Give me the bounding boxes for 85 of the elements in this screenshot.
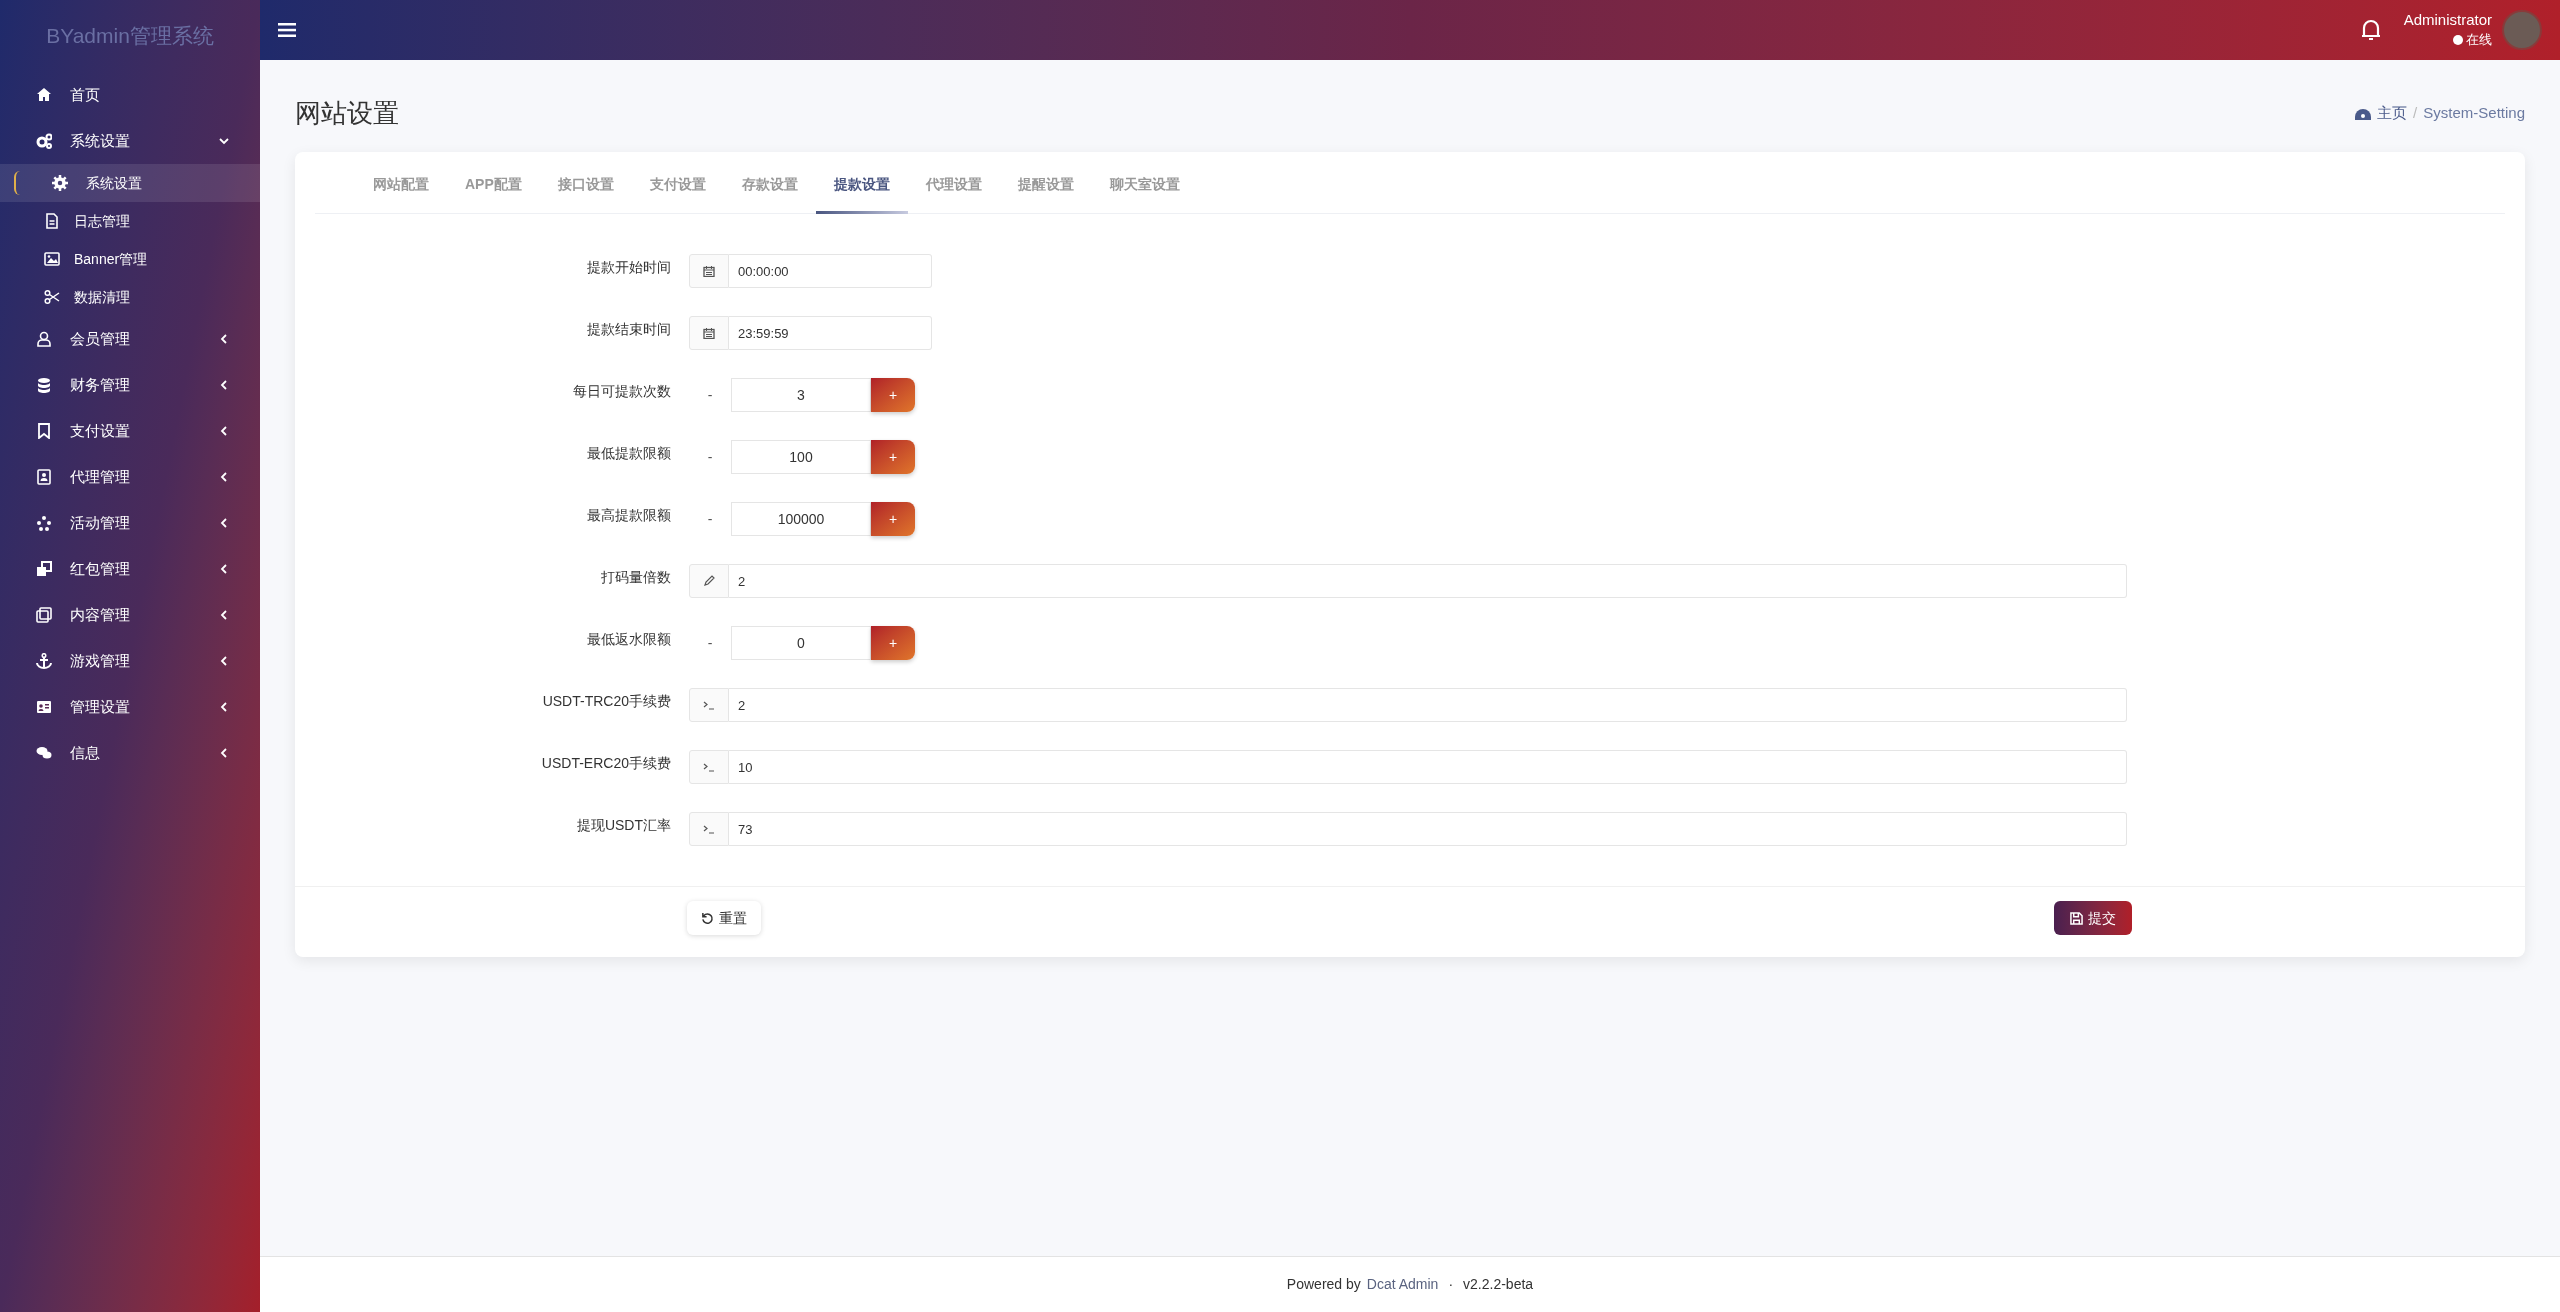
- terminal-icon: [703, 761, 715, 773]
- pencil-icon: [703, 575, 715, 587]
- scissors-icon: [44, 289, 60, 305]
- breadcrumb-link[interactable]: 主页: [2377, 101, 2408, 125]
- tab[interactable]: 提款设置: [815, 174, 908, 213]
- field-label: 每日可提款次数: [572, 381, 672, 401]
- number-input[interactable]: 100000: [731, 502, 871, 536]
- brand-title: BYadmin管理系统: [46, 23, 214, 50]
- number-input[interactable]: 3: [731, 378, 871, 412]
- footer-text: Powered by: [1286, 1275, 1361, 1294]
- bookmark-icon: [36, 423, 52, 439]
- field-label: 提现USDT汇率: [575, 815, 672, 835]
- version-text: v2.2.2-beta: [1463, 1275, 1534, 1294]
- text-input[interactable]: 2: [729, 688, 2127, 722]
- plus-button[interactable]: +: [871, 378, 915, 412]
- calendar-icon: [703, 265, 715, 277]
- sidebar-item[interactable]: 系统设置: [0, 118, 260, 164]
- sidebar-item[interactable]: 首页: [0, 72, 260, 118]
- text-input[interactable]: 2: [729, 564, 2127, 598]
- save-icon: [2070, 911, 2083, 925]
- minus-button[interactable]: -: [689, 626, 731, 660]
- copy-icon: [36, 607, 52, 623]
- anchor-icon: [36, 653, 52, 669]
- user-name[interactable]: Administrator: [2403, 10, 2492, 31]
- bell-icon[interactable]: [2359, 18, 2382, 42]
- database-icon: [36, 377, 52, 393]
- text-input[interactable]: 10: [729, 750, 2127, 784]
- dots-icon: [36, 515, 52, 531]
- page-title: 网站设置: [295, 96, 399, 130]
- terminal-icon: [703, 699, 715, 711]
- sidebar-item[interactable]: 活动管理: [0, 500, 260, 546]
- text-input[interactable]: 00:00:00: [729, 254, 932, 288]
- image-icon: [44, 251, 60, 267]
- id-card-icon: [36, 699, 52, 715]
- sidebar-item[interactable]: 红包管理: [0, 546, 260, 592]
- sidebar-subitem[interactable]: Banner管理: [0, 240, 260, 278]
- submit-button[interactable]: 提交: [2054, 901, 2132, 935]
- user-status: 在线: [2466, 31, 2492, 50]
- gears-icon: [36, 133, 52, 149]
- undo-icon: [701, 911, 714, 925]
- sidebar-item[interactable]: 内容管理: [0, 592, 260, 638]
- footer-link[interactable]: Dcat Admin: [1366, 1274, 1439, 1295]
- sidebar-item[interactable]: 支付设置: [0, 408, 260, 454]
- number-input[interactable]: 0: [731, 626, 871, 660]
- dashboard-icon: [2355, 106, 2372, 120]
- field-label: 提款结束时间: [586, 319, 672, 339]
- sidebar-item[interactable]: 信息: [0, 730, 260, 776]
- gear-icon: [52, 175, 68, 191]
- field-label: USDT-ERC20手续费: [540, 753, 672, 773]
- calendar-icon: [703, 327, 715, 339]
- field-label: 最高提款限额: [586, 505, 672, 525]
- minus-button[interactable]: -: [689, 440, 731, 474]
- minus-button[interactable]: -: [689, 502, 731, 536]
- text-input[interactable]: 23:59:59: [729, 316, 932, 350]
- field-label: 提款开始时间: [586, 257, 672, 277]
- terminal-icon: [703, 823, 715, 835]
- plus-button[interactable]: +: [871, 502, 915, 536]
- minus-button[interactable]: -: [689, 378, 731, 412]
- field-label: 最低提款限额: [586, 443, 672, 463]
- breadcrumb-current: System-Setting: [2423, 102, 2525, 123]
- home-icon: [36, 87, 52, 103]
- sidebar-subitem[interactable]: 日志管理: [0, 202, 260, 240]
- breadcrumb-separator: /: [2413, 102, 2418, 123]
- plus-button[interactable]: +: [871, 626, 915, 660]
- sidebar-subitem[interactable]: 系统设置: [0, 164, 260, 202]
- field-label: 最低返水限额: [586, 629, 672, 649]
- text-input[interactable]: 73: [729, 812, 2127, 846]
- sidebar-item[interactable]: 会员管理: [0, 316, 260, 362]
- menu-icon[interactable]: [278, 22, 296, 38]
- field-label: 打码量倍数: [600, 567, 672, 587]
- reset-button[interactable]: 重置: [687, 901, 761, 935]
- contact-card-icon: [36, 469, 52, 485]
- sidebar-item[interactable]: 管理设置: [0, 684, 260, 730]
- clone-icon: [36, 561, 52, 577]
- sidebar-item[interactable]: 游戏管理: [0, 638, 260, 684]
- sidebar-item[interactable]: 代理管理: [0, 454, 260, 500]
- field-label: USDT-TRC20手续费: [541, 691, 672, 711]
- plus-button[interactable]: +: [871, 440, 915, 474]
- comments-icon: [36, 745, 52, 761]
- footer-separator: ·: [1447, 1275, 1455, 1294]
- user-icon: [36, 331, 52, 347]
- number-input[interactable]: 100: [731, 440, 871, 474]
- sidebar-item[interactable]: 财务管理: [0, 362, 260, 408]
- sidebar-subitem[interactable]: 数据清理: [0, 278, 260, 316]
- document-icon: [44, 213, 60, 229]
